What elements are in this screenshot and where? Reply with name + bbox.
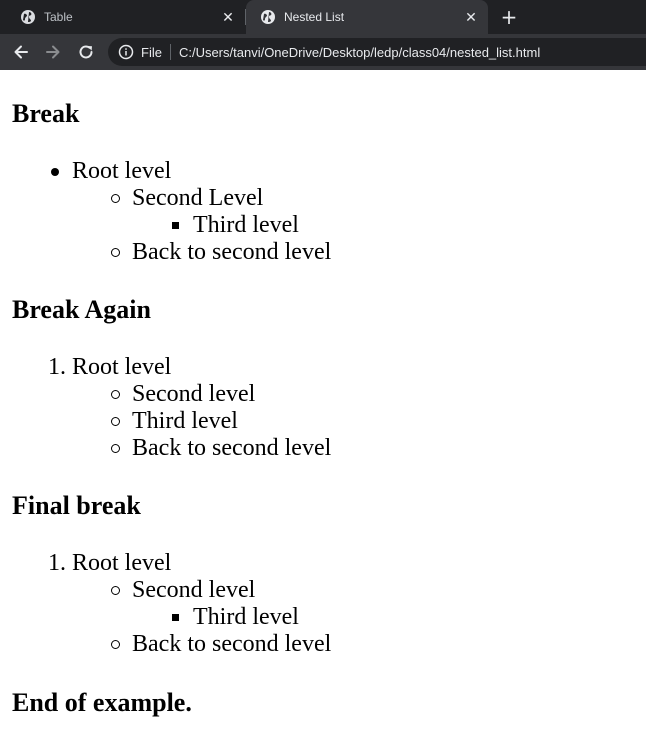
page-content: Break Root level Second Level Third leve… bbox=[0, 70, 646, 753]
tab-table[interactable]: Table ✕ bbox=[0, 0, 245, 34]
list-item-text: Third level bbox=[193, 604, 299, 630]
list-item: Second level bbox=[111, 381, 256, 408]
list-item-text: Root level bbox=[72, 354, 172, 380]
info-icon[interactable] bbox=[118, 44, 134, 60]
list-item: Third level bbox=[172, 212, 299, 239]
globe-icon bbox=[261, 10, 275, 24]
square-bullet bbox=[172, 222, 179, 229]
list-item-text: Back to second level bbox=[132, 435, 332, 461]
list-item-text: Root level bbox=[72, 158, 172, 184]
square-bullet bbox=[172, 614, 179, 621]
list-item: Back to second level bbox=[111, 239, 332, 266]
close-icon[interactable]: ✕ bbox=[463, 9, 479, 25]
circle-bullet bbox=[111, 586, 120, 595]
list-item: Second Level bbox=[111, 185, 264, 212]
tab-strip: Table ✕ Nested List ✕ + bbox=[0, 0, 646, 34]
section-heading: Final break bbox=[12, 491, 141, 520]
arrow-right-icon bbox=[46, 45, 60, 59]
address-bar[interactable]: File C:/Users/tanvi/OneDrive/Desktop/led… bbox=[108, 38, 646, 66]
list-item-text: Second Level bbox=[132, 185, 264, 211]
list-item: Root level bbox=[51, 158, 172, 185]
list-item: Back to second level bbox=[111, 631, 332, 658]
circle-bullet bbox=[111, 444, 120, 453]
circle-bullet bbox=[111, 248, 120, 257]
circle-bullet bbox=[111, 640, 120, 649]
end-heading: End of example. bbox=[12, 688, 192, 717]
tab-title: Nested List bbox=[284, 10, 345, 24]
tab-nested-list[interactable]: Nested List ✕ bbox=[246, 0, 488, 34]
list-item-text: Third level bbox=[193, 212, 299, 238]
list-item-text: Third level bbox=[132, 408, 238, 434]
section-heading: Break Again bbox=[12, 295, 151, 324]
list-number: 1. bbox=[48, 354, 66, 380]
circle-bullet bbox=[111, 390, 120, 399]
forward-button[interactable] bbox=[41, 40, 65, 64]
circle-bullet bbox=[111, 194, 120, 203]
browser-toolbar: File C:/Users/tanvi/OneDrive/Desktop/led… bbox=[0, 34, 646, 70]
globe-icon bbox=[21, 10, 35, 24]
list-item-text: Root level bbox=[72, 550, 172, 576]
list-item: Second level bbox=[111, 577, 256, 604]
circle-bullet bbox=[111, 417, 120, 426]
list-item: 1. Root level bbox=[48, 550, 171, 577]
new-tab-button[interactable]: + bbox=[497, 5, 521, 29]
list-item: Third level bbox=[172, 604, 299, 631]
back-button[interactable] bbox=[9, 40, 33, 64]
list-number: 1. bbox=[48, 550, 66, 576]
arrow-left-icon bbox=[14, 45, 28, 59]
list-item: Third level bbox=[111, 408, 238, 435]
list-item-text: Back to second level bbox=[132, 631, 332, 657]
url-scheme-label: File bbox=[141, 44, 162, 60]
list-item: Back to second level bbox=[111, 435, 332, 462]
section-heading: Break bbox=[12, 99, 80, 128]
list-item-text: Back to second level bbox=[132, 239, 332, 265]
close-icon[interactable]: ✕ bbox=[220, 9, 236, 25]
address-divider bbox=[169, 44, 171, 60]
list-item-text: Second level bbox=[132, 577, 256, 603]
url-text[interactable]: C:/Users/tanvi/OneDrive/Desktop/ledp/cla… bbox=[179, 45, 540, 60]
tab-title: Table bbox=[44, 10, 73, 24]
list-item-text: Second level bbox=[132, 381, 256, 407]
reload-icon bbox=[79, 45, 93, 59]
list-item: 1. Root level bbox=[48, 354, 171, 381]
reload-button[interactable] bbox=[74, 40, 98, 64]
disc-bullet bbox=[51, 168, 59, 176]
